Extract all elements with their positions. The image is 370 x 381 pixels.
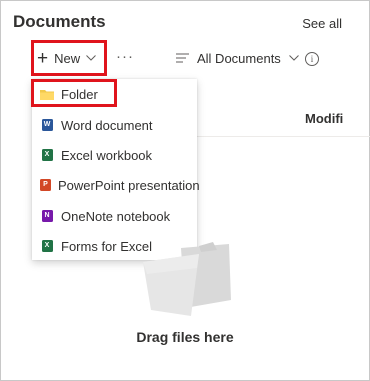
page-title: Documents [13,12,106,31]
chevron-down-icon [288,55,299,61]
menu-item-label: Folder [61,86,98,102]
folder-icon [40,88,54,101]
menu-item-onenote-notebook[interactable]: N OneNote notebook [32,201,197,231]
menu-item-label: Excel workbook [61,147,153,163]
see-all-link[interactable]: See all [302,16,342,31]
menu-item-folder[interactable]: Folder [32,79,197,109]
menu-item-label: PowerPoint presentation [58,177,200,193]
view-selector[interactable]: All Documents [176,40,299,76]
empty-folder-illustration [141,238,233,318]
menu-item-excel-workbook[interactable]: X Excel workbook [32,140,197,170]
menu-item-label: Forms for Excel [61,238,153,254]
word-icon: W [40,119,54,132]
menu-item-label: OneNote notebook [61,208,171,224]
powerpoint-icon: P [40,179,51,192]
new-menu-dropdown: Folder W Word document X Excel workbook … [32,79,200,260]
menu-item-label: Word document [61,117,153,133]
menu-item-powerpoint-presentation[interactable]: P PowerPoint presentation [32,170,200,200]
header-divider [196,136,370,137]
more-options-button[interactable]: ··· [116,48,134,65]
info-icon[interactable]: i [305,52,319,66]
plus-icon: + [37,47,49,69]
onenote-icon: N [40,210,54,223]
excel-icon: X [40,149,54,162]
empty-state-message: Drag files here [136,329,234,345]
menu-item-word-document[interactable]: W Word document [32,110,197,140]
new-button-label: New [54,50,81,66]
chevron-down-icon [86,55,96,61]
forms-excel-icon: X [40,240,54,253]
view-selector-label: All Documents [197,50,281,66]
column-header-modified[interactable]: Modifi [305,111,343,126]
new-button[interactable]: + New [31,40,107,76]
list-view-icon [176,53,189,63]
